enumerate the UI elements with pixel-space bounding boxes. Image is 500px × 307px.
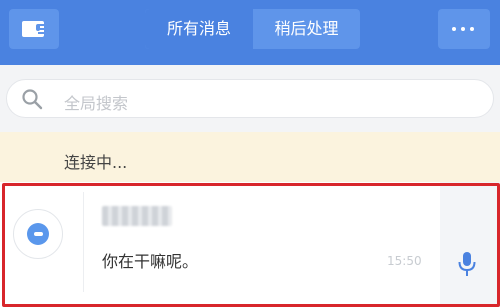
search-icon (22, 89, 43, 110)
tab-all-messages[interactable]: 所有消息 (145, 9, 253, 49)
message-tabs: 所有消息 稍后处理 (145, 9, 360, 49)
voice-notes-button[interactable] (9, 9, 59, 49)
connection-status-banner: 连接中... (0, 132, 500, 182)
message-time: 15:50 (387, 254, 422, 268)
divider (83, 192, 84, 292)
sheet-mic-icon (22, 21, 45, 37)
avatar (13, 209, 63, 259)
message-preview: 你在干嘛呢。 (102, 252, 199, 271)
voice-reply-button[interactable] (440, 182, 500, 307)
connection-status-text: 连接中... (64, 153, 128, 172)
search-section: 全局搜索 (0, 65, 500, 132)
search-placeholder: 全局搜索 (64, 94, 129, 113)
tab-later[interactable]: 稍后处理 (253, 9, 360, 49)
search-input[interactable]: 全局搜索 (6, 79, 494, 118)
microphone-icon (458, 252, 476, 276)
top-bar: 所有消息 稍后处理 (0, 0, 500, 65)
conversation-item[interactable]: 你在干嘛呢。 15:50 (0, 182, 500, 307)
more-button[interactable] (438, 9, 490, 49)
contact-name-redacted (102, 206, 172, 226)
chat-bubble-icon (27, 223, 49, 245)
